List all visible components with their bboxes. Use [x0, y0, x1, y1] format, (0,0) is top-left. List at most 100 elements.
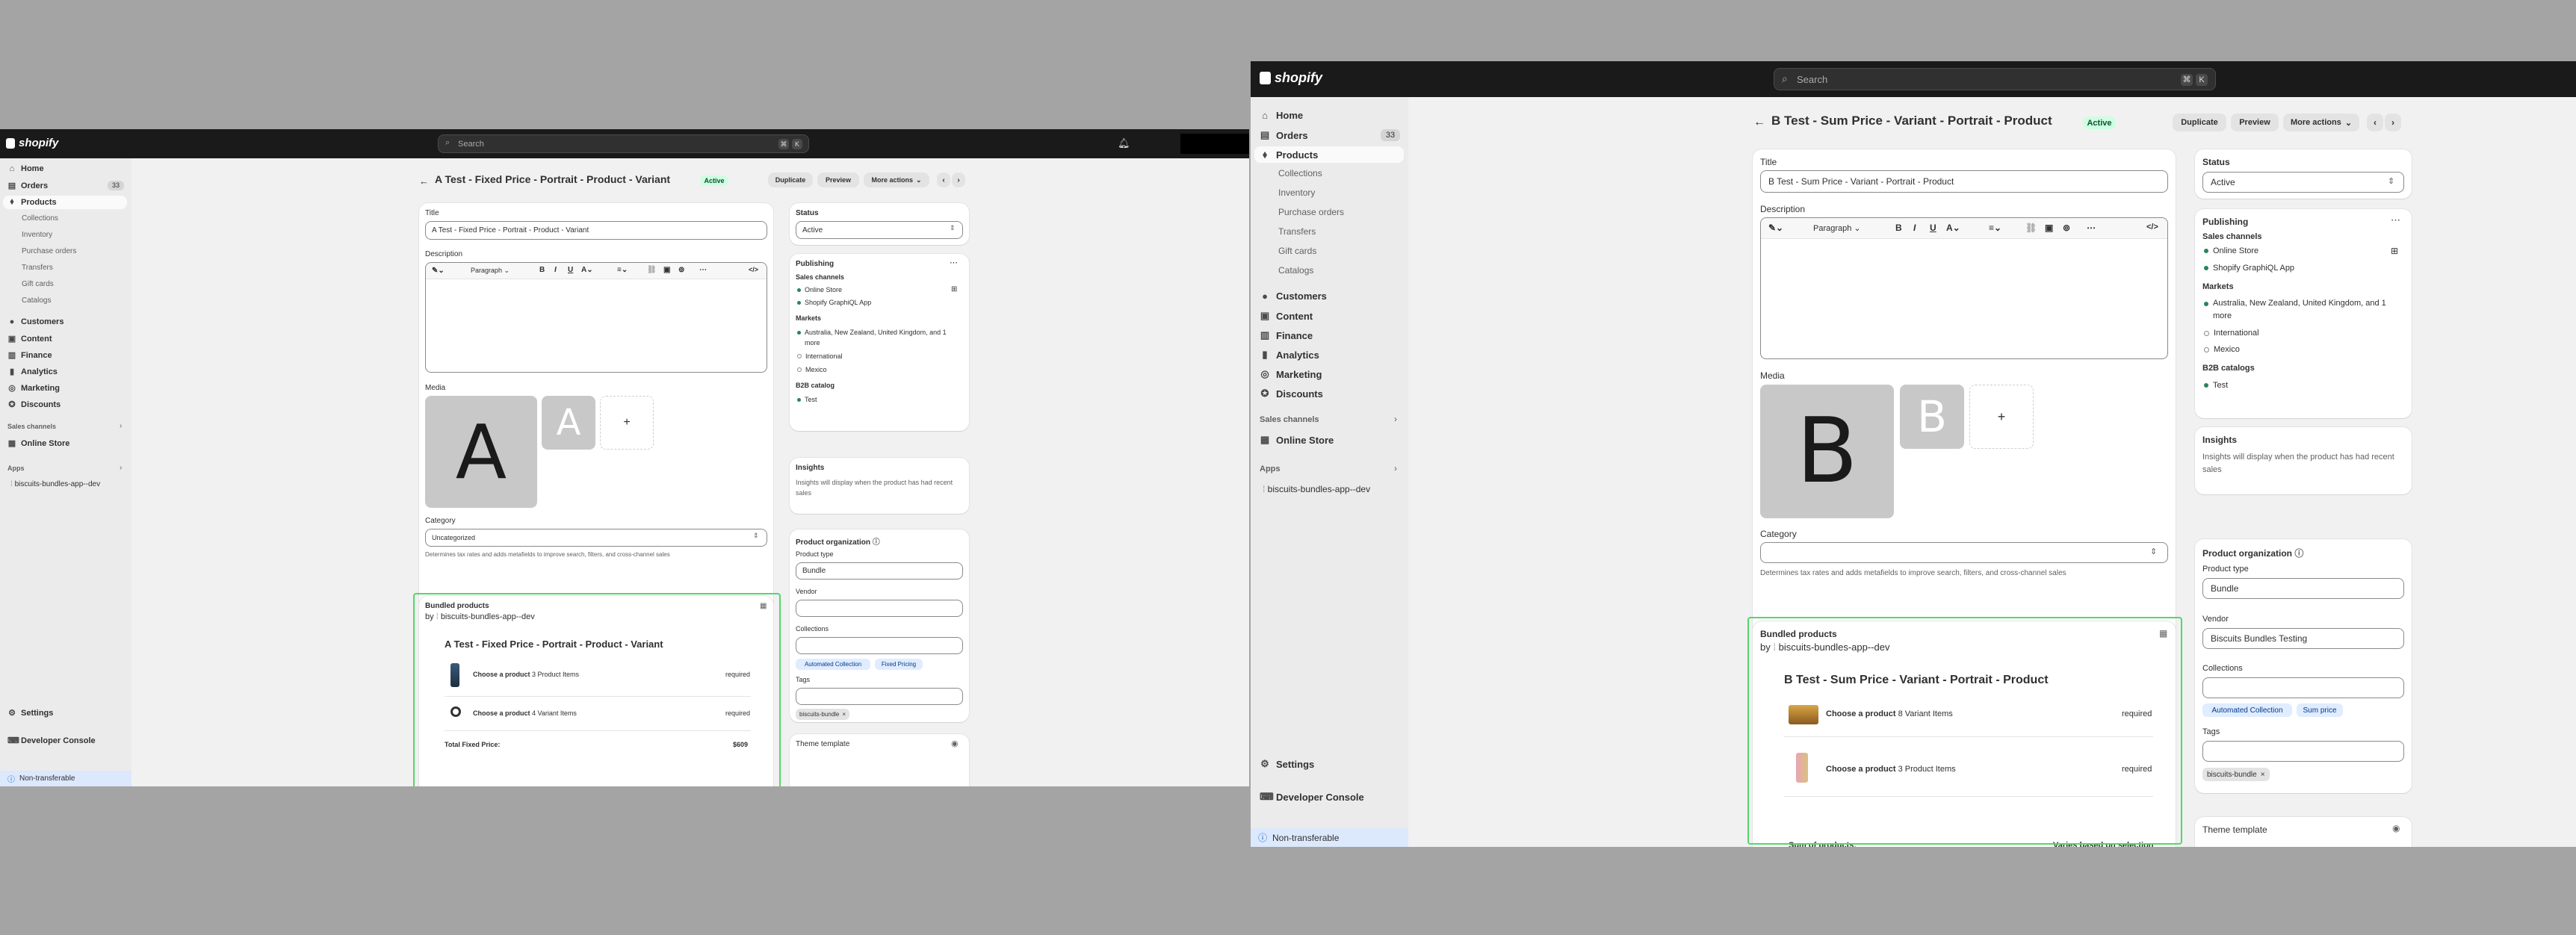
collection-pill[interactable]: Fixed Pricing — [875, 659, 923, 670]
media-thumbnail[interactable]: B — [1900, 385, 1964, 449]
nav-finance[interactable]: ▥ Finance — [1260, 329, 1313, 341]
status-select[interactable]: Active — [2202, 172, 2404, 193]
product-type-input[interactable]: Bundle — [796, 562, 963, 580]
add-media-button[interactable]: + — [1969, 385, 2034, 449]
prev-product-button[interactable]: ‹ — [2367, 114, 2383, 131]
tags-input[interactable] — [796, 688, 963, 705]
shopify-logo[interactable]: shopify — [1260, 70, 1322, 86]
nav-discounts[interactable]: ✪ Discounts — [7, 400, 61, 410]
nav-settings[interactable]: ⚙ Settings — [1260, 758, 1314, 770]
nav-content[interactable]: ▣ Content — [7, 334, 52, 344]
nav-home[interactable]: ⌂ Home — [1260, 110, 1303, 121]
nav-gift-cards[interactable]: Gift cards — [1278, 246, 1316, 256]
duplicate-button[interactable]: Duplicate — [768, 173, 813, 187]
code-view-icon[interactable]: </> — [749, 266, 758, 273]
more-horizontal-icon[interactable]: ⋯ — [950, 258, 958, 267]
nav-developer-console[interactable]: ⌨ Developer Console — [1260, 791, 1364, 803]
add-media-button[interactable]: + — [600, 396, 654, 450]
status-select[interactable]: Active — [796, 221, 963, 239]
italic-icon[interactable]: I — [554, 266, 557, 274]
collections-input[interactable] — [2202, 677, 2404, 698]
nav-customers[interactable]: ● Customers — [7, 317, 64, 326]
bell-icon[interactable]: 🔔︎ — [1118, 137, 1130, 149]
search-input[interactable]: ⌕ Search ⌘ K — [1774, 68, 2216, 90]
apps-heading[interactable]: Apps — [1260, 465, 1281, 473]
video-icon[interactable]: ⊚ — [678, 266, 684, 274]
tag-chip[interactable]: biscuits-bundle × — [2202, 768, 2270, 781]
media-primary-image[interactable]: B — [1760, 385, 1894, 518]
vendor-input[interactable] — [796, 600, 963, 617]
ai-magic-icon[interactable]: ✎⌄ — [432, 267, 445, 275]
chevron-right-icon[interactable]: › — [120, 464, 122, 472]
close-icon[interactable]: × — [2261, 771, 2265, 779]
back-arrow-icon[interactable]: ← — [1753, 116, 1765, 129]
close-icon[interactable]: × — [842, 711, 846, 718]
non-transferable-banner[interactable]: ⓘ Non-transferable — [0, 771, 131, 786]
description-editor[interactable]: ✎⌄ Paragraph ⌄ B I U A⌄ ≡⌄ ⛓ ▣ ⊚ ⋯ </> — [1760, 217, 2168, 359]
nav-discounts[interactable]: ✪ Discounts — [1260, 388, 1323, 400]
nav-inventory[interactable]: Inventory — [22, 231, 52, 239]
paragraph-select[interactable]: Paragraph ⌄ — [471, 267, 510, 275]
vendor-input[interactable]: Biscuits Bundles Testing — [2202, 628, 2404, 649]
more-actions-button[interactable]: More actions ⌄ — [2283, 114, 2359, 131]
manage-channels-icon[interactable]: ⊞ — [2391, 246, 2398, 256]
back-arrow-icon[interactable]: ← — [419, 175, 429, 187]
nav-orders[interactable]: ▤ Orders — [7, 181, 48, 191]
nav-settings[interactable]: ⚙ Settings — [7, 708, 53, 718]
eye-icon[interactable]: ◉ — [2392, 823, 2400, 833]
nav-content[interactable]: ▣ Content — [1260, 310, 1313, 322]
collection-pill[interactable]: Automated Collection — [2202, 703, 2292, 717]
account-area[interactable] — [1180, 134, 1249, 154]
search-input[interactable]: ⌕ Search ⌘ K — [438, 134, 809, 153]
nav-online-store[interactable]: ▦ Online Store — [7, 438, 70, 449]
text-color-icon[interactable]: A⌄ — [1946, 223, 1960, 233]
nav-developer-console[interactable]: ⌨ Developer Console — [7, 736, 96, 746]
nav-transfers[interactable]: Transfers — [22, 264, 53, 272]
non-transferable-banner[interactable]: ⓘ Non-transferable — [1251, 828, 1408, 847]
duplicate-button[interactable]: Duplicate — [2173, 114, 2226, 131]
code-view-icon[interactable]: </> — [2146, 223, 2158, 232]
eye-icon[interactable]: ◉ — [951, 739, 959, 748]
nav-collections[interactable]: Collections — [22, 214, 58, 223]
nav-analytics[interactable]: ▮ Analytics — [7, 367, 58, 377]
prev-product-button[interactable]: ‹ — [937, 173, 950, 187]
nav-catalogs[interactable]: Catalogs — [1278, 265, 1313, 276]
image-icon[interactable]: ▣ — [663, 266, 670, 274]
category-select[interactable]: Uncategorized — [425, 529, 767, 547]
preview-button[interactable]: Preview — [2231, 114, 2279, 131]
title-input[interactable]: B Test - Sum Price - Variant - Portrait … — [1760, 170, 2168, 193]
collection-pill[interactable]: Automated Collection — [796, 659, 870, 670]
nav-orders[interactable]: ▤ Orders — [1260, 129, 1308, 141]
next-product-button[interactable]: › — [952, 173, 965, 187]
more-actions-button[interactable]: More actions ⌄ — [864, 173, 929, 187]
nav-catalogs[interactable]: Catalogs — [22, 296, 51, 305]
link-icon[interactable]: ⛓ — [647, 266, 657, 274]
description-editor[interactable]: ✎⌄ Paragraph ⌄ B I U A⌄ ≡⌄ ⛓ ▣ ⊚ ⋯ </> — [425, 262, 767, 373]
nav-app[interactable]: ⁞ biscuits-bundles-app--dev — [1263, 484, 1370, 494]
text-color-icon[interactable]: A⌄ — [581, 266, 593, 274]
align-icon[interactable]: ≡⌄ — [1989, 223, 2001, 233]
nav-products[interactable]: ⬧ Products — [1260, 149, 1318, 161]
nav-analytics[interactable]: ▮ Analytics — [1260, 349, 1319, 361]
nav-online-store[interactable]: ▦ Online Store — [1260, 434, 1334, 446]
preview-button[interactable]: Preview — [817, 173, 859, 187]
title-input[interactable]: A Test - Fixed Price - Portrait - Produc… — [425, 221, 767, 240]
video-icon[interactable]: ⊚ — [2063, 223, 2070, 233]
link-icon[interactable]: ⛓ — [2025, 223, 2037, 233]
nav-finance[interactable]: ▥ Finance — [7, 350, 52, 361]
nav-products[interactable]: ⬧ Products — [7, 197, 57, 207]
collection-pill[interactable]: Sum price — [2297, 703, 2343, 717]
next-product-button[interactable]: › — [2385, 114, 2401, 131]
underline-icon[interactable]: U — [1930, 223, 1936, 233]
chevron-right-icon[interactable]: › — [1394, 414, 1397, 424]
nav-purchase-orders[interactable]: Purchase orders — [1278, 207, 1344, 217]
nav-app[interactable]: ⁞ biscuits-bundles-app--dev — [10, 480, 100, 488]
media-thumbnail[interactable]: A — [542, 396, 595, 450]
tag-chip[interactable]: biscuits-bundle × — [796, 709, 850, 720]
more-icon[interactable]: ⋯ — [2087, 223, 2096, 233]
media-primary-image[interactable]: A — [425, 396, 537, 508]
sales-channels-heading[interactable]: Sales channels — [7, 423, 56, 430]
paragraph-select[interactable]: Paragraph ⌄ — [1813, 223, 1861, 233]
bold-icon[interactable]: B — [1895, 223, 1902, 233]
tags-input[interactable] — [2202, 741, 2404, 762]
